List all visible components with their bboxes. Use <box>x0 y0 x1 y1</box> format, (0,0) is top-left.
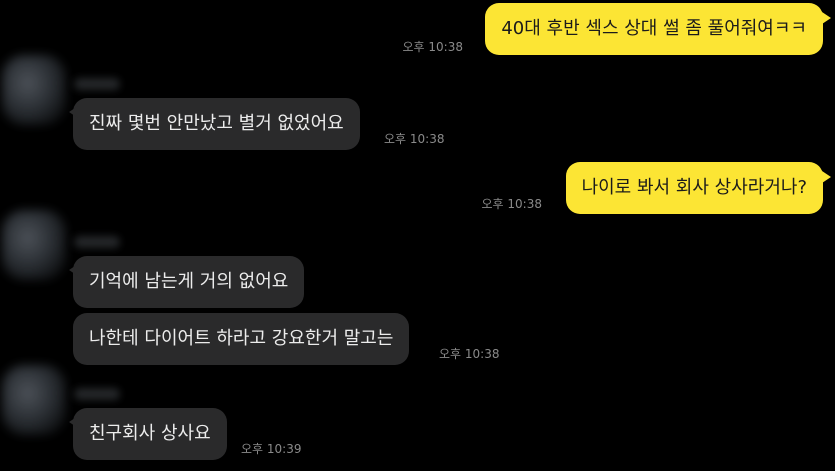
message-timestamp: 오후 10:38 <box>384 132 445 146</box>
outgoing-message-bubble[interactable]: 40대 후반 섹스 상대 썰 좀 풀어줘여ㅋㅋ <box>485 3 823 55</box>
sender-avatar[interactable] <box>2 365 66 435</box>
message-timestamp: 오후 10:39 <box>241 442 302 456</box>
sender-avatar[interactable] <box>2 210 66 280</box>
message-timestamp: 오후 10:38 <box>402 40 463 54</box>
bubble-tail <box>822 171 831 183</box>
incoming-message-bubble[interactable]: 기억에 남는게 거의 없어요 <box>73 256 305 308</box>
sender-name-blurred <box>74 236 120 248</box>
outgoing-message-bubble[interactable]: 나이로 봐서 회사 상사라거나? <box>565 162 823 214</box>
incoming-message-bubble[interactable]: 진짜 몇번 안만났고 별거 없었어요 <box>73 98 360 150</box>
bubble-tail <box>822 12 831 24</box>
bubble-tail <box>69 416 78 428</box>
message-timestamp: 오후 10:38 <box>439 347 500 361</box>
sender-name-blurred <box>74 78 120 90</box>
bubble-tail <box>69 264 78 276</box>
incoming-message-bubble[interactable]: 나한테 다이어트 하라고 강요한거 말고는 <box>73 313 410 365</box>
sender-avatar[interactable] <box>2 55 66 125</box>
bubble-tail <box>69 106 78 118</box>
chat-view[interactable]: 오후 10:38 40대 후반 섹스 상대 썰 좀 풀어줘여ㅋㅋ 진짜 몇번 안… <box>0 0 835 471</box>
incoming-message-bubble[interactable]: 친구회사 상사요 <box>73 408 227 460</box>
message-timestamp: 오후 10:38 <box>481 197 542 211</box>
sender-name-blurred <box>74 388 120 400</box>
